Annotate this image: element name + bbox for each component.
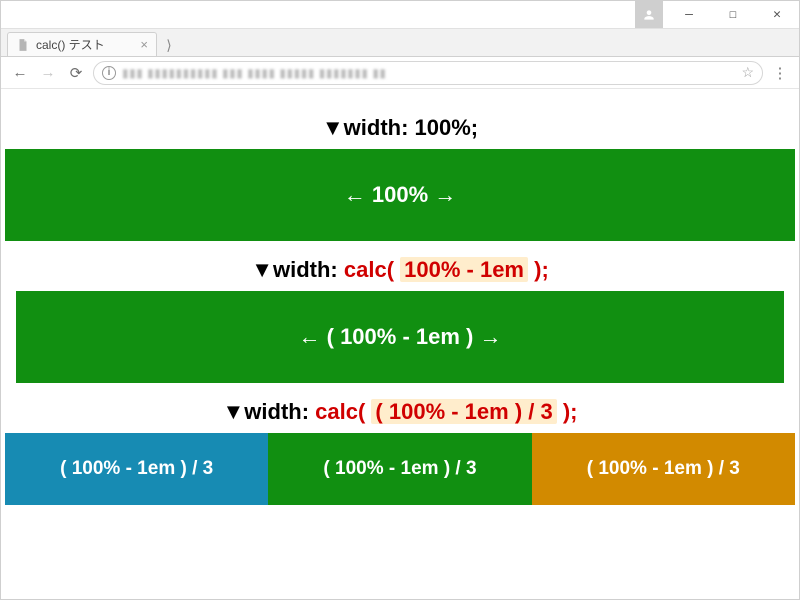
bookmark-star-icon[interactable]: ☆	[741, 64, 754, 81]
css-property: width:	[273, 257, 344, 282]
back-button[interactable]: ←	[9, 62, 31, 84]
css-value: 100%;	[415, 115, 479, 140]
demo-row-thirds: ( 100% - 1em ) / 3 ( 100% - 1em ) / 3 ( …	[1, 433, 799, 505]
file-icon	[16, 38, 30, 52]
reload-button[interactable]: ⟳	[65, 62, 87, 84]
browser-tab-active[interactable]: calc() テスト ×	[7, 32, 157, 56]
calc-open: calc(	[315, 399, 371, 424]
css-property: width:	[244, 399, 315, 424]
browser-menu-button[interactable]: ⋮	[769, 64, 791, 82]
demo-box-calc-1em: ← ( 100% - 1em ) →	[16, 291, 784, 383]
window-close-button[interactable]: ✕	[755, 1, 799, 28]
forward-button[interactable]: →	[37, 62, 59, 84]
toolbar: ← → ⟳ i ▮▮▮ ▮▮▮▮▮▮▮▮▮▮ ▮▮▮ ▮▮▮▮ ▮▮▮▮▮ ▮▮…	[1, 57, 799, 89]
box-label: ← 100% →	[344, 182, 457, 208]
tab-strip: calc() テスト × ⟩	[1, 29, 799, 57]
address-bar[interactable]: i ▮▮▮ ▮▮▮▮▮▮▮▮▮▮ ▮▮▮ ▮▮▮▮ ▮▮▮▮▮ ▮▮▮▮▮▮▮ …	[93, 61, 763, 85]
demo-box-third-2: ( 100% - 1em ) / 3	[268, 433, 531, 505]
user-avatar-button[interactable]	[635, 1, 663, 28]
heading-width-100: ▼width: 100%;	[1, 115, 799, 141]
window-maximize-button[interactable]: ☐	[711, 1, 755, 28]
tab-title: calc() テスト	[36, 36, 105, 53]
demo-box-third-1: ( 100% - 1em ) / 3	[5, 433, 268, 505]
window-titlebar: — ☐ ✕	[1, 1, 799, 29]
demo-box-third-3: ( 100% - 1em ) / 3	[532, 433, 795, 505]
heading-width-calc-1em: ▼width: calc( 100% - 1em );	[1, 257, 799, 283]
triangle-marker-icon: ▼	[223, 399, 245, 424]
triangle-marker-icon: ▼	[251, 257, 273, 282]
box-label: ← ( 100% - 1em ) →	[299, 324, 502, 350]
css-property: width:	[344, 115, 415, 140]
window-minimize-button[interactable]: —	[667, 1, 711, 28]
calc-expression: ( 100% - 1em ) / 3	[371, 399, 556, 424]
new-tab-button[interactable]: ⟩	[157, 37, 181, 56]
box-label: ( 100% - 1em ) / 3	[60, 458, 213, 480]
url-text: ▮▮▮ ▮▮▮▮▮▮▮▮▮▮ ▮▮▮ ▮▮▮▮ ▮▮▮▮▮ ▮▮▮▮▮▮▮ ▮▮	[122, 66, 735, 80]
box-label: ( 100% - 1em ) / 3	[587, 458, 740, 480]
box-label: ( 100% - 1em ) / 3	[323, 458, 476, 480]
calc-close: );	[528, 257, 549, 282]
close-icon[interactable]: ×	[140, 38, 148, 51]
site-info-icon[interactable]: i	[102, 66, 116, 80]
calc-open: calc(	[344, 257, 400, 282]
page-content: ▼width: 100%; ← 100% → ▼width: calc( 100…	[1, 89, 799, 505]
demo-box-100: ← 100% →	[5, 149, 795, 241]
heading-width-calc-third: ▼width: calc( ( 100% - 1em ) / 3 );	[1, 399, 799, 425]
calc-close: );	[557, 399, 578, 424]
triangle-marker-icon: ▼	[322, 115, 344, 140]
calc-expression: 100% - 1em	[400, 257, 528, 282]
